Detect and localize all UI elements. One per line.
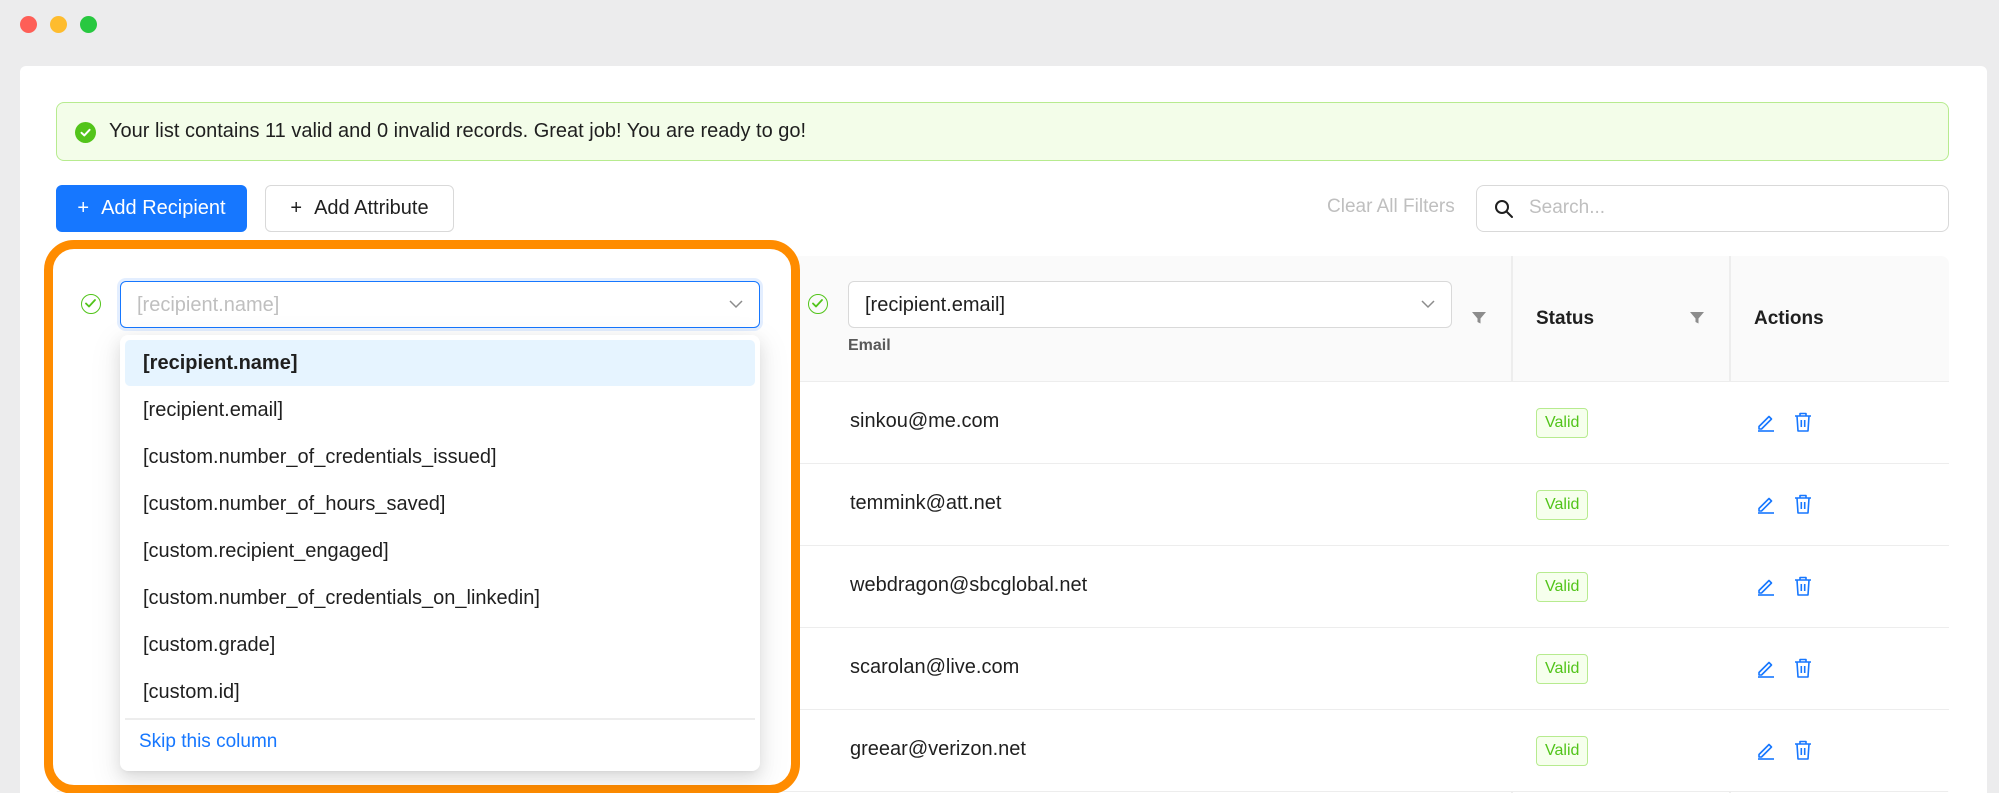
dropdown-option[interactable]: [custom.number_of_credentials_issued] [125,434,755,480]
chevron-down-icon [729,300,743,309]
close-window-button[interactable] [20,16,37,33]
email-cell: temmink@att.net [850,492,1002,514]
actions-column-header: Actions [1754,308,1824,329]
attribute-dropdown-menu: [recipient.name] [recipient.email] [cust… [120,335,760,771]
edit-icon[interactable] [1756,740,1776,760]
email-cell: greear@verizon.net [850,738,1026,760]
add-attribute-button[interactable]: + Add Attribute [265,185,454,232]
status-badge: Valid [1536,654,1589,684]
plus-icon: + [290,197,303,219]
email-column-select[interactable]: [recipient.email] [848,281,1452,328]
filter-icon[interactable] [1689,310,1705,326]
email-cell: webdragon@sbcglobal.net [850,574,1088,596]
delete-icon[interactable] [1793,657,1813,679]
clear-all-filters-link[interactable]: Clear All Filters [1327,196,1455,218]
dropdown-option[interactable]: [custom.number_of_credentials_on_linkedi… [125,575,755,621]
search-icon [1495,200,1513,218]
status-badge: Valid [1536,490,1589,520]
success-alert: Your list contains 11 valid and 0 invali… [56,102,1949,161]
delete-icon[interactable] [1793,739,1813,761]
plus-icon: + [77,197,90,219]
dropdown-divider [125,718,755,720]
email-column-label: Email [848,337,891,354]
edit-icon[interactable] [1756,494,1776,514]
edit-icon[interactable] [1756,412,1776,432]
add-attribute-label: Add Attribute [314,197,429,219]
add-recipient-button[interactable]: + Add Recipient [56,185,247,232]
status-badge: Valid [1536,572,1589,602]
chevron-down-icon [1421,300,1435,309]
delete-icon[interactable] [1793,493,1813,515]
email-cell: sinkou@me.com [850,410,1000,432]
status-column-header: Status [1536,308,1595,329]
dropdown-option[interactable]: [custom.number_of_hours_saved] [125,481,755,527]
status-badge: Valid [1536,736,1589,766]
delete-icon[interactable] [1793,411,1813,433]
check-circle-icon [75,122,96,143]
alert-message: Your list contains 11 valid and 0 invali… [109,120,807,142]
maximize-window-button[interactable] [80,16,97,33]
dropdown-option[interactable]: [recipient.name] [125,340,755,386]
column-mapped-check-icon [81,294,101,314]
email-column-select-value: [recipient.email] [865,294,1006,316]
email-cell: scarolan@live.com [850,656,1020,678]
search-input[interactable] [1529,194,1929,222]
name-column-select[interactable]: [recipient.name] [120,281,760,328]
dropdown-option[interactable]: [custom.grade] [125,622,755,668]
status-badge: Valid [1536,408,1589,438]
name-column-select-placeholder: [recipient.name] [137,294,280,316]
skip-column-link[interactable]: Skip this column [139,731,277,753]
search-box[interactable] [1476,185,1949,232]
filter-icon[interactable] [1471,310,1487,326]
dropdown-option[interactable]: [custom.id] [125,669,755,715]
edit-icon[interactable] [1756,658,1776,678]
delete-icon[interactable] [1793,575,1813,597]
minimize-window-button[interactable] [50,16,67,33]
window-titlebar [0,0,1999,48]
column-mapped-check-icon [808,294,828,314]
dropdown-option[interactable]: [recipient.email] [125,387,755,433]
edit-icon[interactable] [1756,576,1776,596]
add-recipient-label: Add Recipient [101,197,226,219]
dropdown-option[interactable]: [custom.recipient_engaged] [125,528,755,574]
